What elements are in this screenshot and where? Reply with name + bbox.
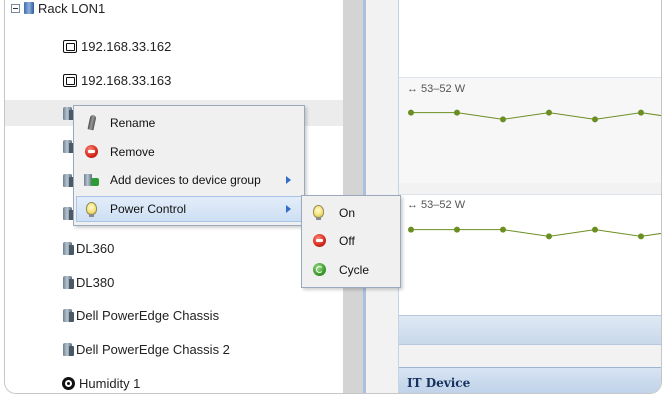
menu-item-add-to-group[interactable]: Add devices to device group: [76, 167, 302, 193]
power-submenu: On Off Cycle: [301, 195, 401, 288]
menu-item-label: Off: [339, 234, 355, 248]
power-range-label: ↔ 53–52 W: [407, 83, 466, 95]
remove-icon: [85, 145, 98, 158]
submenu-arrow-icon: [286, 205, 291, 213]
server-icon: [63, 206, 74, 220]
server-icon: [63, 139, 74, 153]
menu-item-power-on[interactable]: On: [304, 200, 398, 226]
sparkline-point: [408, 226, 414, 233]
bulb-icon: [86, 202, 97, 217]
panel-toolbar: [399, 315, 661, 345]
tree-item-outlet[interactable]: 192.168.33.162: [5, 33, 343, 59]
tree-item-outlet[interactable]: 192.168.33.163: [5, 67, 343, 93]
tree-item-dl380[interactable]: DL380: [5, 269, 343, 295]
context-menu: Rename Remove Add devices to device grou…: [73, 105, 305, 226]
sparkline-point: [500, 226, 506, 233]
tree-item-dell-chassis-2[interactable]: Dell PowerEdge Chassis 2: [5, 336, 343, 362]
tree-item-label: Rack LON1: [38, 0, 106, 16]
sparkline-point: [500, 116, 506, 123]
it-device-title: IT Device: [407, 376, 471, 390]
sparkline-point: [592, 116, 598, 123]
tree-item-dl360[interactable]: DL360: [5, 235, 343, 261]
outlet-icon: [63, 73, 77, 87]
server-icon: [63, 241, 74, 255]
server-icon: [63, 275, 74, 289]
sparkline-path: [411, 229, 661, 237]
menu-item-label: On: [339, 206, 356, 220]
menu-item-label: Add devices to device group: [110, 173, 261, 187]
cycle-icon: [313, 263, 326, 276]
menu-item-power-cycle[interactable]: Cycle: [304, 257, 398, 283]
menu-item-power-control[interactable]: Power Control: [76, 196, 302, 222]
humidity-sensor-icon: [62, 376, 75, 390]
power-chart-panel-2: ↔ 53–52 W: [399, 194, 661, 316]
rack-icon: [24, 2, 34, 14]
sparkline-point: [638, 109, 644, 116]
tree-item-label: DL380: [76, 274, 115, 290]
menu-item-rename[interactable]: Rename: [76, 110, 302, 136]
tree-item-rack[interactable]: Rack LON1: [5, 0, 343, 21]
tree-item-label: Dell PowerEdge Chassis: [76, 307, 220, 323]
server-icon: [63, 342, 74, 356]
top-panel: [399, 0, 661, 77]
device-group-icon: [84, 173, 99, 187]
menu-item-remove[interactable]: Remove: [76, 139, 302, 165]
tree-item-label: DL360: [76, 240, 115, 256]
sparkline-point: [546, 109, 552, 116]
menu-item-label: Remove: [110, 145, 155, 159]
sparkline-point: [592, 226, 598, 233]
power-sparkline-1: [408, 109, 661, 123]
it-device-header[interactable]: IT Device: [399, 367, 661, 393]
sparkline-point: [454, 226, 460, 233]
tree-item-label: 192.168.33.162: [81, 38, 172, 54]
bulb-icon: [313, 205, 324, 220]
power-sparkline-2: [408, 226, 661, 240]
remove-icon: [313, 234, 326, 247]
menu-item-power-off[interactable]: Off: [304, 228, 398, 254]
outlet-icon: [63, 39, 77, 53]
tree-item-label: Humidity 1: [79, 375, 141, 391]
power-range-label: ↔ 53–52 W: [407, 199, 466, 211]
tree-item-humidity[interactable]: Humidity 1: [5, 370, 343, 393]
server-icon: [63, 173, 74, 187]
power-chart-panel-1: ↔ 53–52 W: [399, 77, 661, 183]
details-pane: ↔ 53–52 W ↔ 53–52 W IT Device: [366, 0, 661, 393]
tree-item-label: 192.168.33.163: [81, 72, 172, 88]
menu-item-label: Power Control: [110, 202, 187, 216]
sparkline-path: [411, 112, 661, 120]
tree-item-label: Dell PowerEdge Chassis 2: [76, 341, 230, 357]
sparkline-point: [408, 109, 414, 116]
sparkline-point: [638, 233, 644, 240]
sparkline-point: [546, 233, 552, 240]
tree-item-dell-chassis[interactable]: Dell PowerEdge Chassis: [5, 302, 343, 328]
server-icon: [63, 106, 74, 120]
submenu-arrow-icon: [286, 176, 291, 184]
menu-item-label: Rename: [110, 116, 156, 130]
menu-item-label: Cycle: [339, 263, 370, 277]
server-icon: [63, 308, 74, 322]
sparkline-point: [454, 109, 460, 116]
pencil-icon: [87, 114, 97, 131]
collapse-icon[interactable]: [11, 3, 20, 13]
